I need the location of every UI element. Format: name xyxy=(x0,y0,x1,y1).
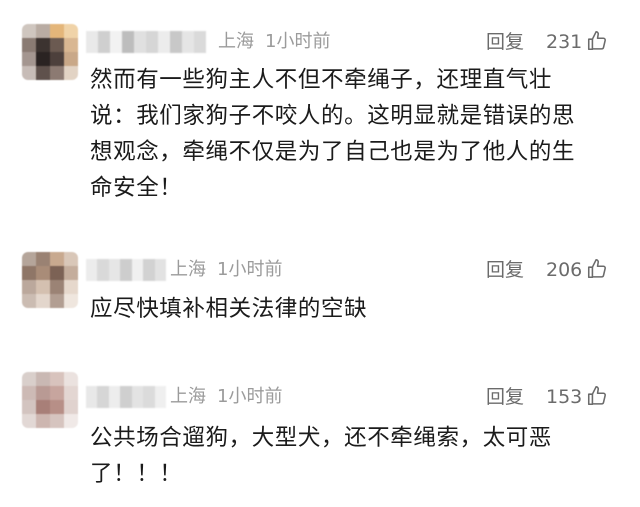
like-count: 231 xyxy=(546,31,583,53)
comment-text-line: 应尽快填补相关法律的空缺 xyxy=(90,296,368,322)
comment-text-line: 命安全！ xyxy=(90,175,183,201)
reply-button[interactable]: 回复 xyxy=(486,386,524,408)
reply-button[interactable]: 回复 xyxy=(486,259,524,281)
comment-body: 公共场合遛狗，大型犬，还不牵绳索，太可恶 了！！！ xyxy=(90,420,620,492)
username-redacted[interactable] xyxy=(86,386,166,408)
comment-body: 应尽快填补相关法律的空缺 xyxy=(90,291,620,327)
comment-text-line: 说：我们家狗子不咬人的。这明显就是错误的思 xyxy=(90,103,576,129)
avatar[interactable] xyxy=(22,252,78,308)
comment-location: 上海 xyxy=(170,386,206,407)
comment-text-line: 公共场合遛狗，大型犬，还不牵绳索，太可恶 xyxy=(90,425,553,451)
thumbs-up-icon[interactable] xyxy=(586,258,608,280)
comment-text-line: 然而有一些狗主人不但不牵绳子，还理直气壮 xyxy=(90,67,553,93)
username-redacted[interactable] xyxy=(86,259,166,281)
comment-location: 上海 xyxy=(218,31,254,52)
comment-time: 1小时前 xyxy=(217,259,283,280)
thumbs-up-icon[interactable] xyxy=(586,385,608,407)
username-redacted[interactable] xyxy=(86,31,210,53)
thumbs-up-icon[interactable] xyxy=(586,30,608,52)
comment-location: 上海 xyxy=(170,259,206,280)
like-count: 153 xyxy=(546,386,583,408)
comment-list: 上海 1小时前 回复 231 然而有一些狗主人不但不牵绳子，还理直气壮 说：我们… xyxy=(0,0,640,507)
like-count: 206 xyxy=(546,259,583,281)
comment-time: 1小时前 xyxy=(265,31,331,52)
comment-body: 然而有一些狗主人不但不牵绳子，还理直气壮 说：我们家狗子不咬人的。这明显就是错误… xyxy=(90,62,620,206)
comment-text-line: 了！！！ xyxy=(90,461,183,487)
avatar[interactable] xyxy=(22,372,78,428)
avatar[interactable] xyxy=(22,24,78,80)
reply-button[interactable]: 回复 xyxy=(486,31,524,53)
comment-time: 1小时前 xyxy=(217,386,283,407)
comment-text-line: 想观念，牵绳不仅是为了自己也是为了他人的生 xyxy=(90,139,576,165)
